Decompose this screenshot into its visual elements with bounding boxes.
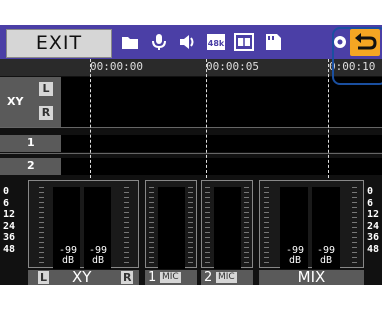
meter-ticks: [264, 187, 269, 267]
scale-36: 36: [3, 232, 16, 243]
track-label-1[interactable]: 1: [0, 135, 61, 152]
back-button-highlight: [332, 27, 382, 85]
mix-left-db: -99 dB: [282, 246, 308, 266]
track-name-xy: XY: [7, 95, 24, 108]
ch2-number: 2: [204, 270, 213, 285]
xy-r-badge: R: [121, 271, 134, 284]
recorder-screen: EXIT 48k 00:00:00 00:00:05 0:00:10 XY L …: [0, 25, 382, 285]
xy-label: XY: [72, 268, 92, 285]
meter-ch1[interactable]: [145, 180, 197, 269]
sample-rate-badge: 48k: [208, 39, 225, 48]
meter-ticks: [352, 187, 357, 267]
meter-bar-ch2: [214, 187, 241, 269]
ch1-mic-tag: MIC: [160, 272, 181, 283]
ch1-number: 1: [148, 270, 157, 285]
meter-label-ch1: 1 MIC: [145, 270, 197, 285]
scale-24: 24: [367, 220, 380, 232]
track-lane-2[interactable]: [61, 158, 382, 175]
timecode-5: 00:00:05: [206, 60, 259, 73]
xy-right-db: -99 dB: [85, 246, 111, 266]
folder-icon[interactable]: [120, 33, 140, 51]
scale-0: 0: [367, 186, 374, 197]
mix-right-db-unit: dB: [319, 255, 333, 266]
meter-ticks: [124, 187, 129, 267]
track-label-xy[interactable]: XY L R: [0, 77, 61, 127]
scale-24: 24: [3, 220, 16, 232]
track-divider: [0, 153, 382, 154]
track-lane-xy[interactable]: [61, 77, 382, 127]
xy-left-db: -99 dB: [55, 246, 81, 266]
meter-ch2[interactable]: [201, 180, 253, 269]
speaker-icon[interactable]: [178, 33, 198, 51]
ch2-mic-tag: MIC: [216, 272, 237, 283]
meter-label-xy: L XY R: [28, 270, 139, 285]
playhead-marker-0: [90, 59, 91, 178]
meter-ticks: [149, 187, 154, 267]
xy-right-db-unit: dB: [91, 255, 105, 266]
meter-xy[interactable]: -99 dB -99 dB: [28, 180, 139, 269]
scale-48: 48: [3, 243, 16, 255]
track-divider: [0, 127, 382, 128]
sample-rate-icon[interactable]: 48k: [206, 33, 226, 51]
meter-label-mix: MIX: [259, 270, 364, 285]
exit-button[interactable]: EXIT: [6, 29, 112, 58]
scale-36: 36: [367, 232, 380, 243]
sd-card-icon[interactable]: [263, 33, 283, 51]
track-name-1: 1: [27, 136, 35, 149]
marker-5s: [206, 59, 207, 178]
track-name-2: 2: [27, 159, 35, 172]
meter-bar-ch1: [158, 187, 185, 269]
scale-6: 6: [367, 197, 374, 209]
track-label-2[interactable]: 2: [0, 158, 61, 175]
xy-left-db-unit: dB: [61, 255, 75, 266]
marker-10s: [328, 59, 329, 178]
scale-12: 12: [367, 209, 380, 220]
timecode-icon[interactable]: [234, 33, 254, 51]
microphone-icon[interactable]: [149, 33, 169, 51]
timecode-0: 00:00:00: [90, 60, 143, 73]
meter-ticks: [39, 187, 44, 267]
track-l-badge: L: [39, 82, 53, 96]
db-scale-left: 0 6 12 24 36 48: [3, 186, 15, 255]
track-lane-1[interactable]: [61, 135, 382, 152]
ruler-corner: [0, 59, 61, 76]
timeline: 00:00:00 00:00:05 0:00:10 XY L R 1 2: [0, 59, 382, 178]
meter-label-ch2: 2 MIC: [201, 270, 253, 285]
scale-48: 48: [367, 243, 380, 255]
level-meters: 0 6 12 24 36 48 0 6 12 24 36 48 -99 dB -…: [0, 178, 382, 285]
meter-ticks: [188, 187, 193, 267]
mix-right-db: -99 dB: [313, 246, 339, 266]
track-r-badge: R: [39, 106, 53, 120]
scale-6: 6: [3, 197, 10, 209]
mix-left-db-unit: dB: [288, 255, 302, 266]
db-scale-right: 0 6 12 24 36 48: [367, 186, 379, 255]
mix-label: MIX: [297, 268, 326, 285]
top-bar: EXIT 48k: [0, 25, 382, 59]
meter-ticks: [205, 187, 210, 267]
scale-12: 12: [3, 209, 16, 220]
xy-l-badge: L: [38, 271, 50, 284]
meter-ticks: [244, 187, 249, 267]
meter-mix[interactable]: -99 dB -99 dB: [259, 180, 364, 269]
scale-0: 0: [3, 186, 10, 197]
